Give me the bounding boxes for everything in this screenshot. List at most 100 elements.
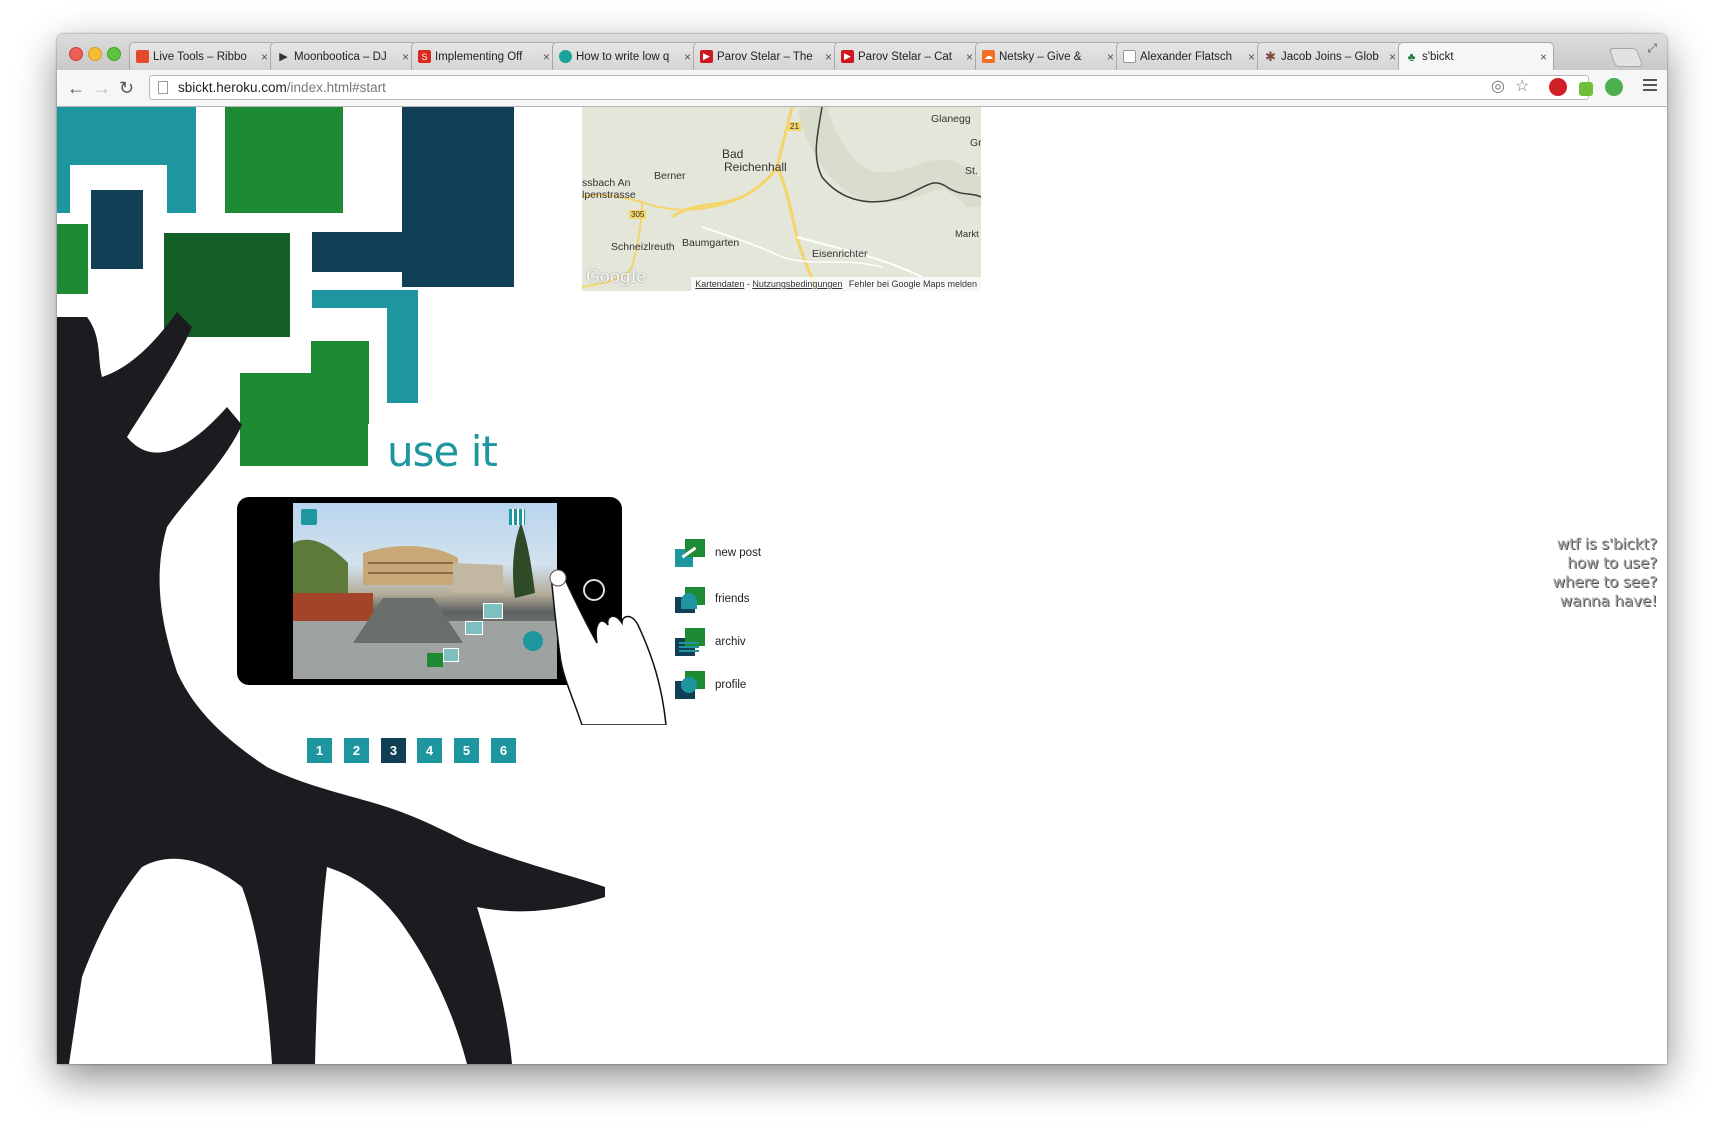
tab-close-icon[interactable]: × xyxy=(1248,50,1255,64)
page-4-button[interactable]: 4 xyxy=(417,738,442,763)
adblock-icon[interactable] xyxy=(1549,78,1567,96)
app-logo-icon[interactable] xyxy=(301,509,317,525)
side-nav: wtf is s'bickt? how to use? where to see… xyxy=(1553,535,1658,611)
back-icon[interactable]: ← xyxy=(67,78,85,98)
map-place-label: Bad xyxy=(722,147,744,161)
extension-icon[interactable] xyxy=(1605,78,1623,96)
slideshare-icon: S xyxy=(418,50,431,63)
menu-archiv[interactable]: archiv xyxy=(675,628,746,656)
browser-window: Live Tools – Ribbo × ▶ Moonbootica – DJ … xyxy=(57,34,1667,1064)
address-bar[interactable]: sbickt.heroku.com/index.html#start xyxy=(149,75,1589,100)
post-marker-icon[interactable] xyxy=(465,621,483,635)
tab-close-icon[interactable]: × xyxy=(261,50,268,64)
extension-badge-icon[interactable] xyxy=(1579,82,1593,96)
map-place-label: lpenstrasse xyxy=(582,189,636,201)
tab-close-icon[interactable]: × xyxy=(966,50,973,64)
tab-1[interactable]: Live Tools – Ribbo × xyxy=(129,42,275,70)
menu-label: archiv xyxy=(715,636,746,648)
qr-icon[interactable] xyxy=(509,509,525,525)
tab-label: How to write low q xyxy=(576,50,670,63)
map-place-label: Gr xyxy=(970,137,981,149)
map-place-label: ssbach An xyxy=(582,177,631,189)
document-icon xyxy=(1123,50,1136,63)
tab-4[interactable]: How to write low q × xyxy=(552,42,698,70)
browser-toolbar: ← → ↻ sbickt.heroku.com/index.html#start… xyxy=(57,70,1667,107)
tab-label: Jacob Joins – Glob xyxy=(1281,50,1379,63)
tab-label: Netsky – Give & xyxy=(999,50,1082,63)
terms-link[interactable]: Nutzungsbedingungen xyxy=(752,279,842,289)
link-where-to-see[interactable]: where to see? xyxy=(1553,573,1658,592)
menu-new-post[interactable]: new post xyxy=(675,539,761,567)
link-wanna-have[interactable]: wanna have! xyxy=(1553,592,1658,611)
colosseum-photo xyxy=(293,523,557,679)
road-shield: 305 xyxy=(629,210,647,219)
tab-3[interactable]: S Implementing Off × xyxy=(411,42,557,70)
minimize-window-button[interactable] xyxy=(88,47,102,61)
map-place-label: Glanegg xyxy=(931,113,971,125)
tab-close-icon[interactable]: × xyxy=(402,50,409,64)
tab-label: Parov Stelar – The xyxy=(717,50,813,63)
page-icon xyxy=(158,81,168,94)
soundcloud-icon: ☁ xyxy=(982,50,995,63)
basket-icon xyxy=(136,50,149,63)
map-place-label: Eisenrichter xyxy=(812,248,868,260)
tab-6[interactable]: ▶ Parov Stelar – Cat × xyxy=(834,42,980,70)
tab-5[interactable]: ▶ Parov Stelar – The × xyxy=(693,42,839,70)
location-icon[interactable]: ◎ xyxy=(1491,76,1505,96)
tab-7[interactable]: ☁ Netsky – Give & × xyxy=(975,42,1121,70)
page-6-button[interactable]: 6 xyxy=(491,738,516,763)
report-error-link[interactable]: Fehler bei Google Maps melden xyxy=(849,279,977,289)
page-2-button[interactable]: 2 xyxy=(344,738,369,763)
close-window-button[interactable] xyxy=(69,47,83,61)
menu-label: profile xyxy=(715,679,747,691)
tab-label: Alexander Flatsch xyxy=(1140,50,1233,63)
map-footer: Kartendaten - Nutzungsbedingungen Fehler… xyxy=(691,277,981,291)
tab-close-icon[interactable]: × xyxy=(543,50,550,64)
tab-close-icon[interactable]: × xyxy=(1389,50,1396,64)
tab-2[interactable]: ▶ Moonbootica – DJ × xyxy=(270,42,416,70)
circle-icon xyxy=(559,50,572,63)
menu-profile[interactable]: profile xyxy=(675,671,746,699)
tab-close-icon[interactable]: × xyxy=(1107,50,1114,64)
map-data-link[interactable]: Kartendaten xyxy=(695,279,744,289)
link-how-to-use[interactable]: how to use? xyxy=(1553,554,1657,573)
new-tab-button[interactable] xyxy=(1608,48,1644,67)
tab-9[interactable]: ✱ Jacob Joins – Glob × xyxy=(1257,42,1403,70)
road-shield: 21 xyxy=(788,122,801,131)
phone-screen xyxy=(293,503,557,679)
fullscreen-icon[interactable]: ⤢ xyxy=(1647,41,1657,56)
archive-icon xyxy=(675,628,705,656)
friend-marker-icon[interactable] xyxy=(523,631,543,651)
tab-10-active[interactable]: ♣ s'bickt × xyxy=(1398,42,1554,70)
tab-close-icon[interactable]: × xyxy=(684,50,691,64)
page-3-button[interactable]: 3 xyxy=(381,738,406,763)
page-1-button[interactable]: 1 xyxy=(307,738,332,763)
zoom-window-button[interactable] xyxy=(107,47,121,61)
google-map[interactable]: Glanegg Bad Reichenhall Berner ssbach An… xyxy=(582,107,981,291)
link-what-is[interactable]: wtf is s'bickt? xyxy=(1553,535,1658,554)
map-place-label: Baumgarten xyxy=(682,237,740,249)
chrome-menu-icon[interactable] xyxy=(1643,79,1657,94)
google-logo: Google xyxy=(586,267,647,287)
post-marker-icon[interactable] xyxy=(483,603,503,619)
page-5-button[interactable]: 5 xyxy=(454,738,479,763)
tab-label: Implementing Off xyxy=(435,50,523,63)
tree-icon: ♣ xyxy=(1407,49,1416,64)
bookmark-star-icon[interactable]: ☆ xyxy=(1515,76,1529,96)
section-title: use it xyxy=(387,427,498,476)
profile-icon xyxy=(675,671,705,699)
page-content: Glanegg Bad Reichenhall Berner ssbach An… xyxy=(57,107,1667,1064)
reload-icon[interactable]: ↻ xyxy=(119,78,134,98)
tab-close-icon[interactable]: × xyxy=(1540,50,1547,64)
tab-8[interactable]: Alexander Flatsch × xyxy=(1116,42,1262,70)
post-marker-icon[interactable] xyxy=(443,648,459,662)
menu-label: friends xyxy=(715,593,750,605)
play-icon: ▶ xyxy=(279,51,288,63)
profile-marker-icon[interactable] xyxy=(427,653,443,667)
url-path: /index.html#start xyxy=(286,80,386,95)
map-place-label: Schneizlreuth xyxy=(611,241,675,253)
forward-icon[interactable]: → xyxy=(93,78,111,98)
tab-label: Live Tools – Ribbo xyxy=(153,50,247,63)
tab-close-icon[interactable]: × xyxy=(825,50,832,64)
menu-friends[interactable]: friends xyxy=(675,585,750,613)
